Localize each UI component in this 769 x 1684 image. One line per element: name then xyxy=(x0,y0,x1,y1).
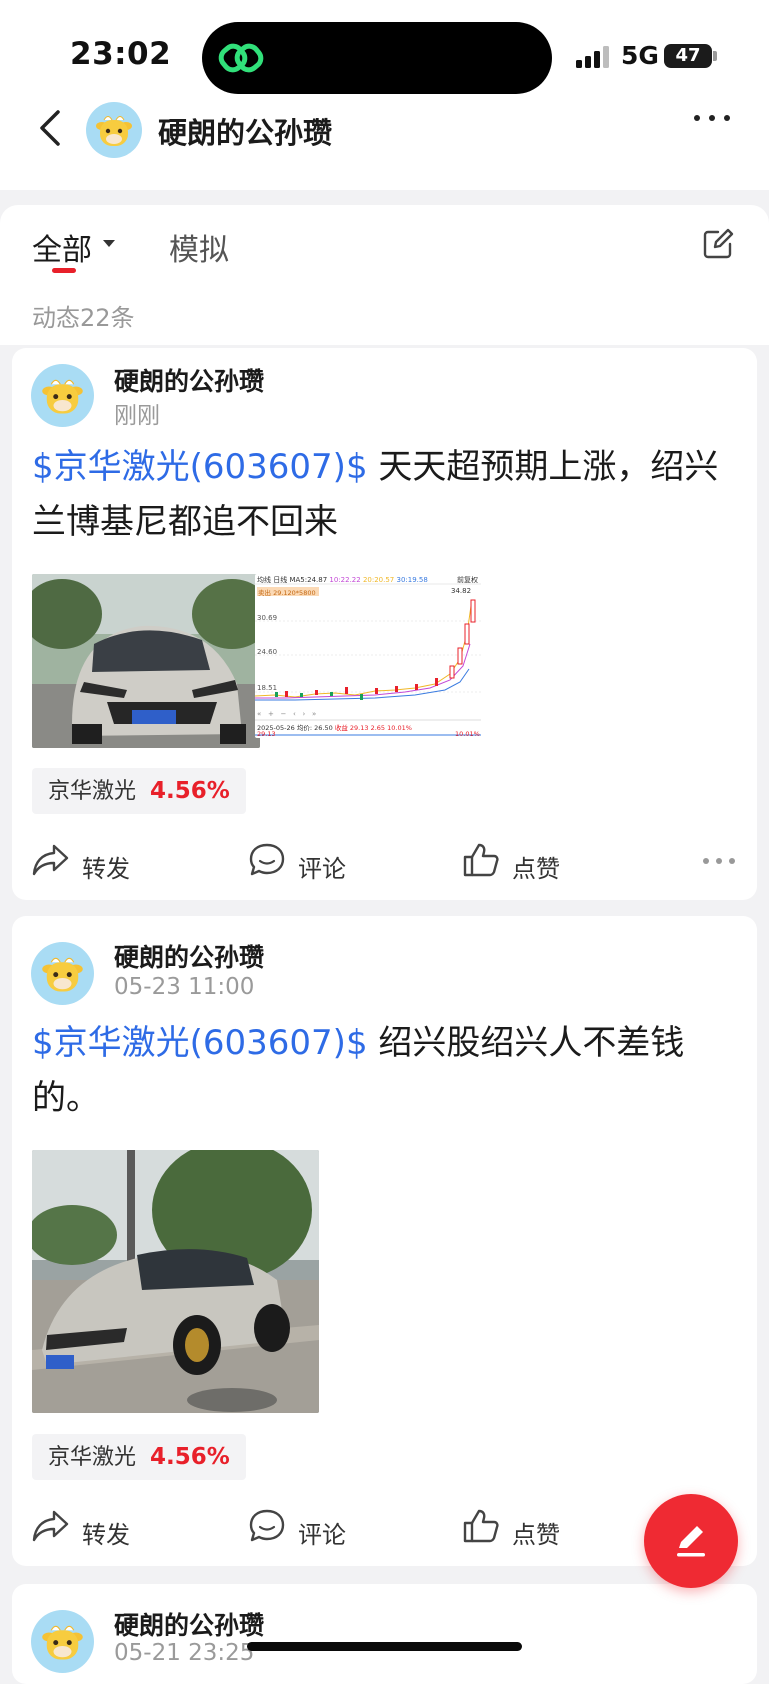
chart-change: 2.65 xyxy=(370,724,386,732)
post-username[interactable]: 硬朗的公孙瓒 xyxy=(114,1606,264,1642)
chart-high-label: 34.82 xyxy=(451,587,472,595)
pencil-icon xyxy=(677,1526,705,1557)
share-arrow-icon xyxy=(32,844,69,876)
stock-quote-tag[interactable]: 京华激光 4.56% xyxy=(32,768,246,814)
tab-mock[interactable]: 模拟 xyxy=(169,225,229,269)
quote-percent: 4.56% xyxy=(150,778,230,804)
chart-adjust-label: 前复权 xyxy=(457,576,478,584)
forward-button[interactable]: 转发 xyxy=(32,842,142,883)
like-button[interactable]: 点赞 xyxy=(462,842,572,883)
post-time: 05-23 11:00 xyxy=(114,974,255,1000)
thumbs-up-icon xyxy=(463,843,499,877)
post-username[interactable]: 硬朗的公孙瓒 xyxy=(114,362,264,398)
chart-ma30: 30:19.58 xyxy=(396,576,428,584)
chart-ma10: 10:22.22 xyxy=(329,576,361,584)
user-avatar[interactable] xyxy=(31,942,94,1005)
signal-icon xyxy=(576,46,609,68)
compose-button[interactable] xyxy=(644,1494,738,1588)
like-label: 点赞 xyxy=(512,1521,560,1549)
comment-label: 评论 xyxy=(298,1521,346,1549)
header-avatar[interactable] xyxy=(86,102,142,158)
chart-header: 均线 日线 MA5:24.87 10:22.22 20:20.57 30:19.… xyxy=(257,575,428,585)
comment-label: 评论 xyxy=(298,855,346,883)
chart-gain: 收益 29.13 xyxy=(334,724,369,732)
post-card-1[interactable]: 硬朗的公孙瓒 刚刚 $京华激光(603607)$ 天天超预期上涨，绍兴兰博基尼都… xyxy=(12,348,757,900)
quote-name: 京华激光 xyxy=(48,779,137,804)
more-menu-icon[interactable] xyxy=(692,112,732,124)
post-card-3[interactable]: 硬朗的公孙瓒 05-21 23:25 xyxy=(12,1584,757,1684)
share-arrow-icon xyxy=(32,1510,69,1542)
thumbs-up-icon xyxy=(463,1509,499,1543)
like-label: 点赞 xyxy=(512,855,560,883)
like-button[interactable]: 点赞 xyxy=(462,1508,572,1549)
post-text: $京华激光(603607)$ 天天超预期上涨，绍兴兰博基尼都追不回来 xyxy=(32,440,732,550)
active-tab-indicator xyxy=(52,268,76,273)
link-app-icon xyxy=(218,43,264,73)
user-avatar[interactable] xyxy=(31,1610,94,1673)
stock-quote-tag[interactable]: 京华激光 4.56% xyxy=(32,1434,246,1480)
battery-cap xyxy=(713,51,717,61)
quote-percent: 4.56% xyxy=(150,1444,230,1470)
chart-avg: 均价: 26.50 xyxy=(296,724,333,732)
chart-footer: 2025-05-26 均价: 26.50 收益 29.13 2.65 10.01… xyxy=(257,722,412,732)
chart-bottom-right: 10.01% xyxy=(455,730,480,738)
chart-period-label: 日线 xyxy=(273,576,288,584)
chart-bottom-left: 29.13 xyxy=(257,730,276,738)
post-username[interactable]: 硬朗的公孙瓒 xyxy=(114,938,264,974)
chart-toolbar: « + − ‹ › » xyxy=(257,710,317,718)
network-label: 5G xyxy=(621,41,659,70)
post-count: 动态22条 xyxy=(32,304,135,332)
chart-ma5: MA5:24.87 xyxy=(289,576,328,584)
comment-button[interactable]: 评论 xyxy=(248,1508,358,1549)
comment-bubble-icon xyxy=(249,1509,285,1542)
post-image-car[interactable] xyxy=(32,1150,319,1413)
quote-name: 京华激光 xyxy=(48,1445,137,1470)
post-text: $京华激光(603607)$ 绍兴股绍兴人不差钱的。 xyxy=(32,1016,732,1126)
chart-pct: 10.01% xyxy=(387,724,412,732)
comment-button[interactable]: 评论 xyxy=(248,842,358,883)
forward-label: 转发 xyxy=(82,1521,130,1549)
post-image-car[interactable] xyxy=(32,574,260,748)
comment-bubble-icon xyxy=(249,843,285,876)
post-card-2[interactable]: 硬朗的公孙瓒 05-23 11:00 $京华激光(603607)$ 绍兴股绍兴人… xyxy=(12,916,757,1566)
dropdown-caret-icon[interactable] xyxy=(103,240,115,247)
chart-y-label-1: 30.69 xyxy=(257,614,278,622)
battery-icon: 47 xyxy=(664,44,712,68)
edit-icon[interactable] xyxy=(702,228,734,260)
status-time: 23:02 xyxy=(70,36,172,72)
user-avatar[interactable] xyxy=(31,364,94,427)
chart-type-label: 均线 xyxy=(257,576,271,584)
header-title: 硬朗的公孙瓒 xyxy=(158,116,333,150)
back-arrow-icon[interactable] xyxy=(36,108,66,148)
chart-y-label-2: 24.60 xyxy=(257,648,278,656)
post-time: 刚刚 xyxy=(114,403,160,429)
tab-all[interactable]: 全部 xyxy=(32,225,92,269)
battery-level: 47 xyxy=(675,45,701,66)
forward-button[interactable]: 转发 xyxy=(32,1508,142,1549)
home-indicator xyxy=(247,1642,522,1651)
chart-sell-marker: 卖出 29.120*5800 xyxy=(258,589,316,597)
chart-y-label-3: 18.51 xyxy=(257,684,278,692)
forward-label: 转发 xyxy=(82,855,130,883)
chart-ma20: 20:20.57 xyxy=(362,576,395,584)
post-more-icon[interactable] xyxy=(702,856,736,866)
post-image-kline-chart[interactable]: 均线 日线 MA5:24.87 10:22.22 20:20.57 30:19.… xyxy=(255,574,481,738)
stock-link[interactable]: $京华激光(603607)$ xyxy=(32,1023,368,1063)
dynamic-island xyxy=(202,22,552,94)
post-time: 05-21 23:25 xyxy=(114,1640,255,1666)
stock-link[interactable]: $京华激光(603607)$ xyxy=(32,447,368,487)
